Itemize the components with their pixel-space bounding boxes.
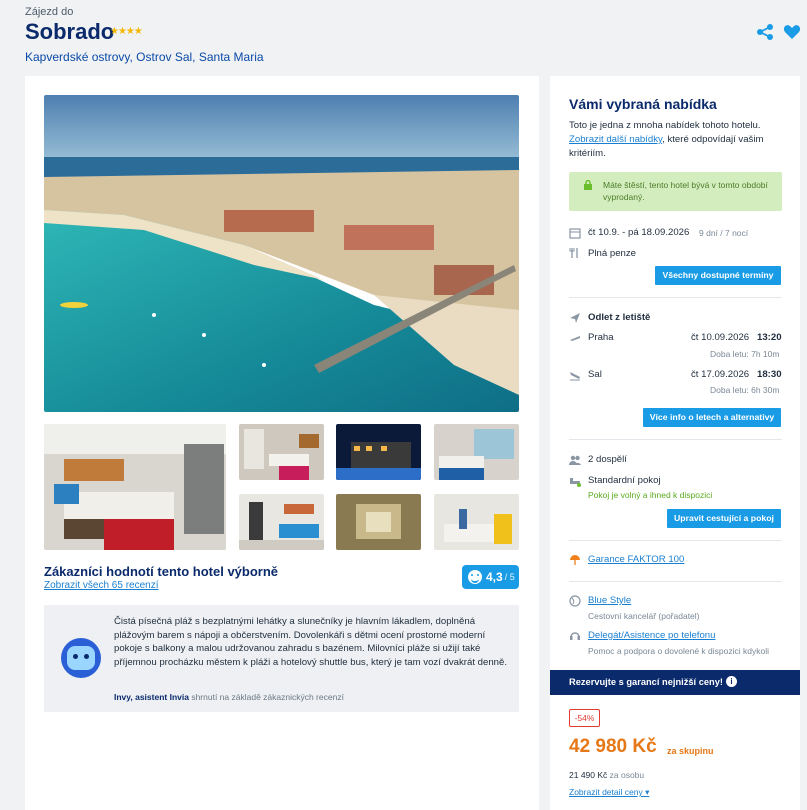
price-detail-link[interactable]: Zobrazit detail ceny ▾ [569, 787, 649, 798]
soldout-alert-text: Máte štěstí, tento hotel bývá v tomto ob… [603, 180, 768, 202]
thumbnail-hotel-night[interactable] [336, 424, 421, 480]
outbound-date: čt 10.09.2026 [691, 332, 750, 343]
ai-author-note: shrnutí na základě zákaznických recenzí [188, 692, 344, 702]
total-price: 42 980 Kč [569, 736, 657, 757]
room-type: Standardní pokoj [588, 475, 661, 486]
hotel-name: Sobrado [25, 19, 115, 44]
thumbnail-room-interior[interactable] [239, 424, 324, 480]
trip-dates: čt 10.9. - pá 18.09.2026 [588, 227, 690, 238]
rating-value: 4,3 [486, 570, 503, 584]
hotel-stars: ★★★★ [110, 26, 143, 37]
ai-summary-text: Čistá písečná pláž s bezplatnými lehátky… [114, 616, 508, 668]
people-icon [569, 455, 581, 465]
thumbnail-bedroom[interactable] [336, 494, 421, 550]
price-per-person-value: 21 490 Kč [569, 770, 608, 780]
return-time: 18:30 [757, 369, 782, 380]
rating-title: Zákazníci hodnotí tento hotel výborně [44, 564, 279, 579]
soldout-alert: Máte štěstí, tento hotel bývá v tomto ob… [569, 172, 782, 211]
thumbnail-room-view[interactable] [434, 424, 519, 480]
delegate-note: Pomoc a podpora o dovolené k dispozici k… [588, 646, 769, 656]
assistant-avatar [61, 638, 101, 678]
headset-icon [570, 632, 580, 640]
ai-summary-signature: Invy, asistent Invia shrnutí na základě … [114, 692, 344, 702]
heart-icon[interactable] [783, 23, 801, 41]
globe-icon [569, 595, 581, 607]
tour-operator-link[interactable]: Blue Style [588, 595, 631, 606]
guarantee-link[interactable]: Garance FAKTOR 100 [588, 554, 684, 565]
return-date: čt 17.09.2026 [691, 369, 750, 380]
ai-author: Invy, asistent Invia [114, 692, 189, 702]
departure-title: Odlet z letiště [588, 312, 651, 323]
smiley-icon [468, 570, 482, 584]
share-icon[interactable] [756, 23, 774, 41]
thumbnail-reception[interactable] [434, 494, 519, 550]
outbound-duration: Doba letu: 7h 10m [710, 349, 780, 359]
offer-title: Vámi vybraná nabídka [569, 96, 717, 112]
lock-icon [584, 180, 592, 190]
travellers: 2 dospělí [588, 454, 627, 465]
price-per-person-label: za osobu [607, 770, 645, 780]
cutlery-icon [569, 248, 578, 258]
flight-info-button[interactable]: Více info o letech a alternativy [643, 408, 781, 427]
landing-icon [570, 372, 580, 381]
header: Zájezd do Sobrado ★★★★ Kapverdské ostrov… [0, 0, 807, 76]
outbound-from: Praha [588, 332, 614, 343]
rating-max: / 5 [504, 572, 515, 582]
umbrella-icon [570, 555, 580, 565]
return-from: Sal [588, 369, 602, 380]
takeoff-icon [570, 336, 580, 341]
tour-operator-note: Cestovní kancelář (pořadatel) [588, 611, 700, 621]
board-type: Plná penze [588, 248, 637, 259]
more-offers-link[interactable]: Zobrazit další nabídky [569, 134, 662, 145]
all-reviews-link[interactable]: Zobrazit všech 65 recenzí [44, 580, 159, 591]
plane-icon [570, 313, 580, 323]
hotel-location[interactable]: Kapverdské ostrovy, Ostrov Sal, Santa Ma… [25, 50, 264, 64]
room-availability: Pokoj je volný a ihned k dispozici [588, 490, 713, 500]
edit-travellers-button[interactable]: Upravit cestující a pokoj [667, 509, 781, 528]
return-duration: Doba letu: 6h 30m [710, 385, 780, 395]
discount-badge: -54% [569, 709, 600, 727]
divider [569, 581, 782, 582]
bed-icon [570, 478, 581, 487]
rating-badge[interactable]: 4,3 / 5 [462, 565, 519, 589]
delegate-link[interactable]: Delegát/Asistence po telefonu [588, 630, 715, 641]
price-per-person: 21 490 Kč za osobu [569, 770, 644, 780]
divider [569, 540, 782, 541]
thumbnail-hotel-room[interactable] [44, 424, 226, 550]
all-dates-button[interactable]: Všechny dostupné termíny [655, 266, 781, 285]
main-photo[interactable] [44, 95, 519, 412]
price-guarantee-banner: Rezervujte s garancí nejnižší ceny! i [550, 670, 800, 695]
divider [569, 297, 782, 298]
offer-panel: Vámi vybraná nabídka Toto je jedna z mno… [550, 76, 800, 810]
info-icon[interactable]: i [726, 676, 737, 687]
calendar-icon [569, 228, 581, 239]
trip-duration: 9 dní / 7 nocí [699, 228, 749, 238]
divider [569, 439, 782, 440]
price-unit: za skupinu [667, 746, 714, 756]
thumbnail-room-balcony[interactable] [239, 494, 324, 550]
hotel-gallery-panel: Zákazníci hodnotí tento hotel výborně Zo… [25, 76, 539, 810]
ai-review-summary: Čistá písečná pláž s bezplatnými lehátky… [44, 605, 519, 712]
header-pretitle: Zájezd do [25, 6, 74, 18]
offer-desc-1: Toto je jedna z mnoha nabídek tohoto hot… [569, 120, 761, 131]
offer-description: Toto je jedna z mnoha nabídek tohoto hot… [569, 119, 784, 161]
banner-text: Rezervujte s garancí nejnižší ceny! [569, 677, 723, 687]
outbound-time: 13:20 [757, 332, 782, 343]
